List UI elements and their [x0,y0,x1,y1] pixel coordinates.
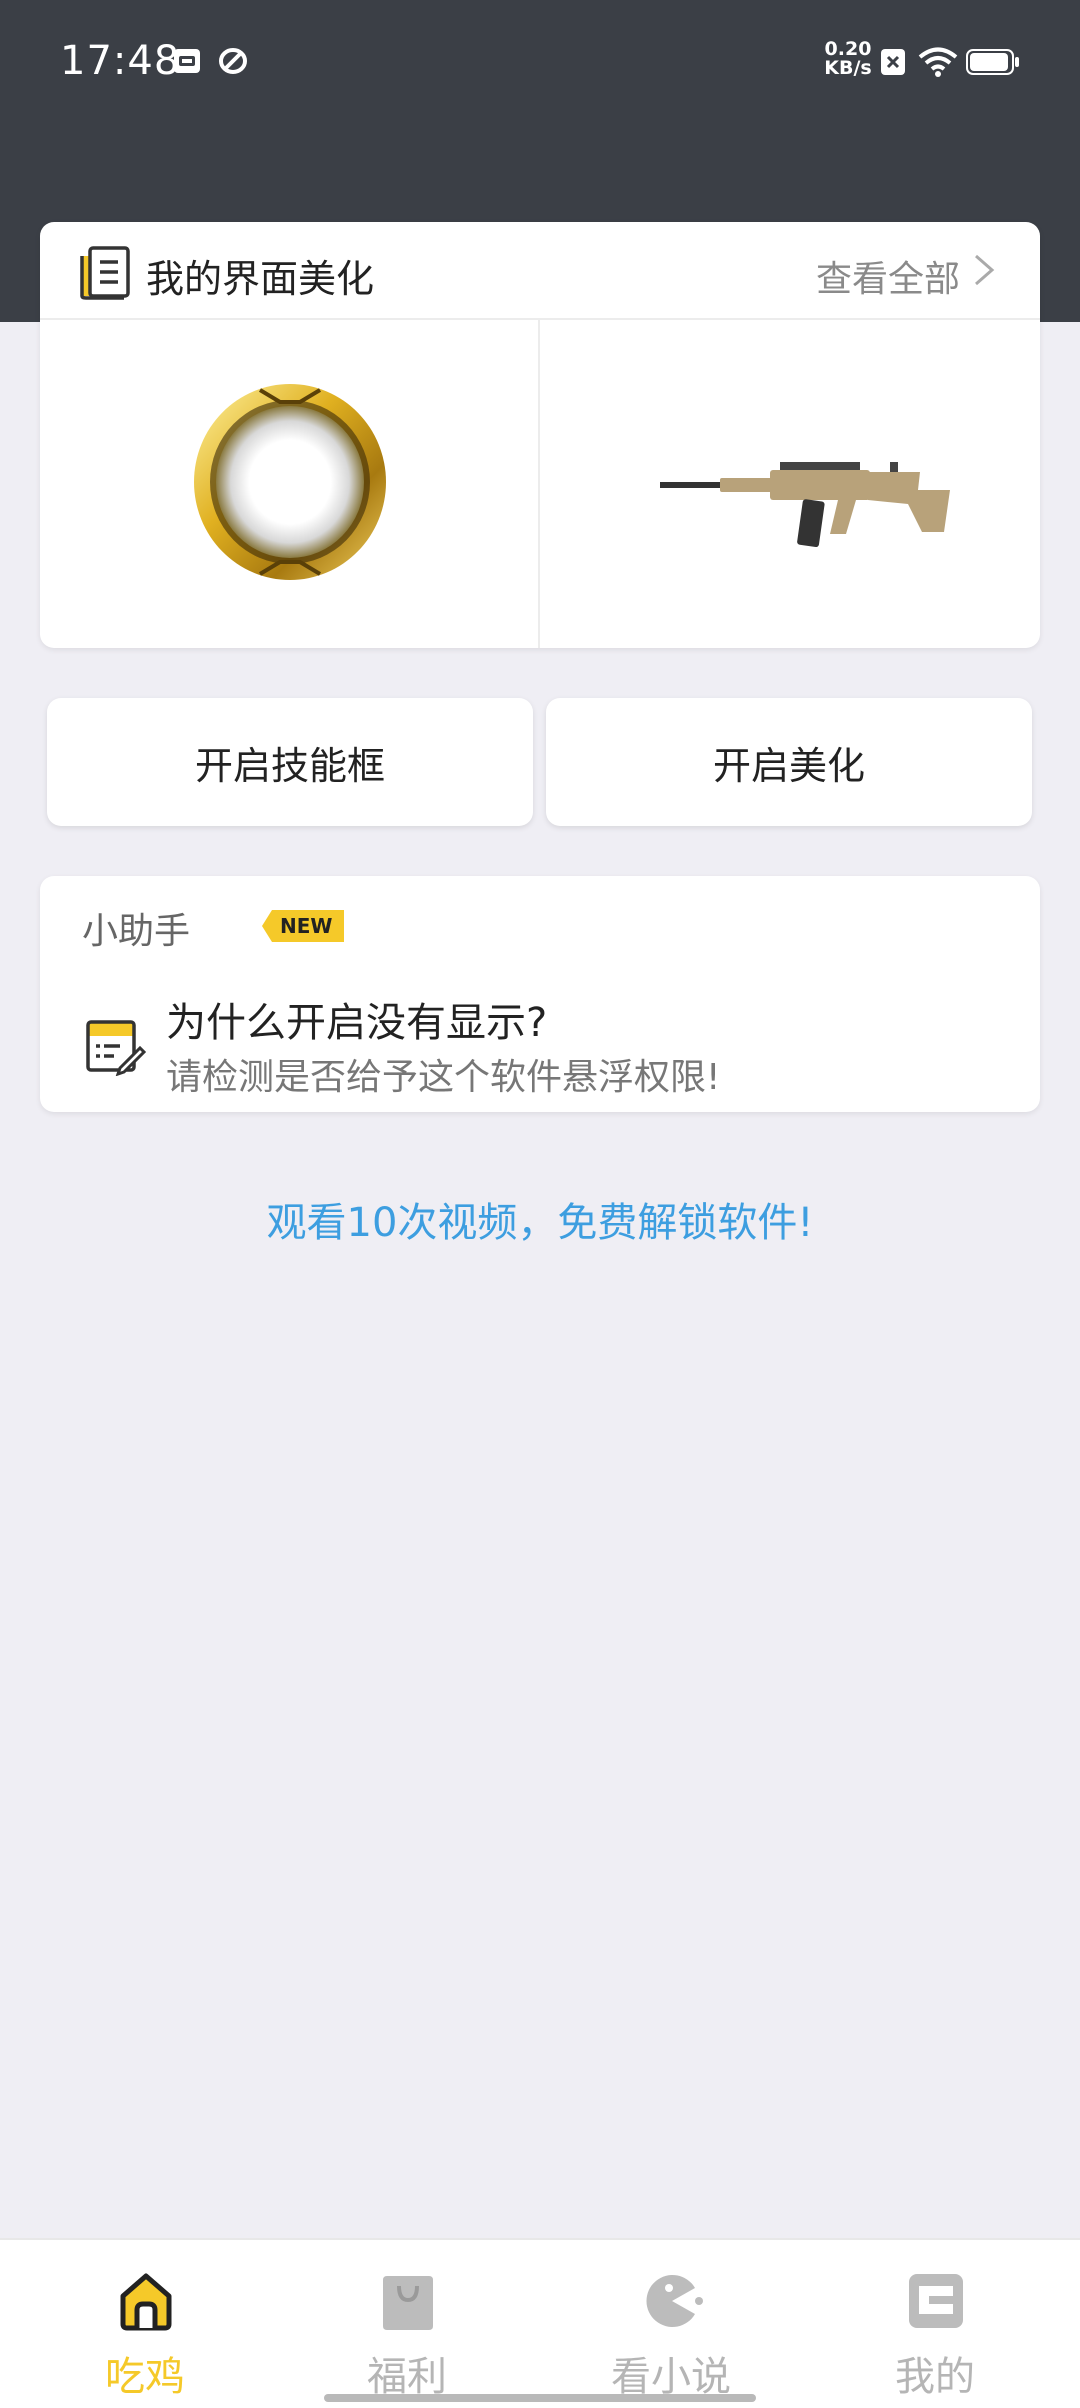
document-icon [80,246,130,300]
profile-icon [909,2274,963,2328]
new-badge: NEW [262,910,345,942]
beautify-title: 我的界面美化 [146,257,375,301]
nav-item-fuli[interactable]: 福利 [272,2240,542,2408]
beautify-card-header[interactable]: 我的界面美化 查看全部 [40,222,1040,320]
faq-question[interactable]: 为什么开启没有显示? [166,990,547,1048]
enable-beautify-button[interactable]: 开启美化 [546,698,1032,826]
nav-label-chiji: 吃鸡 [105,2354,185,2400]
unlock-software-link[interactable]: 观看10次视频，免费解锁软件! [0,1190,1080,1248]
calendar-notification-icon [174,49,200,73]
status-bar: 17:48 0.20 KB/s [0,0,1080,130]
bag-icon [383,2276,433,2330]
rifle-skin-image[interactable] [660,442,950,562]
app-notification-icon [219,48,247,74]
nav-item-chiji[interactable]: 吃鸡 [10,2240,280,2408]
beautify-card: 我的界面美化 查看全部 [40,222,1040,648]
chevron-right-icon [975,254,995,286]
enable-skill-frame-button[interactable]: 开启技能框 [47,698,533,826]
bottom-navigation: 吃鸡 福利 看小说 我的 [0,2238,1080,2408]
status-time: 17:48 [60,38,181,84]
nav-label-mine: 我的 [895,2354,975,2400]
pacman-icon [646,2275,703,2327]
faq-answer: 请检测是否给予这个软件悬浮权限! [166,1057,721,1098]
nav-item-novels[interactable]: 看小说 [536,2240,806,2408]
sim-disabled-icon [881,49,905,75]
network-speed: 0.20 KB/s [820,40,876,78]
home-icon [120,2273,172,2331]
app-root: 17:48 0.20 KB/s 我的界面美化 查看全部 开启技能框 开启美化 小… [0,0,1080,2408]
assistant-label: 小助手 [82,911,191,952]
grid-divider [538,320,540,648]
home-indicator[interactable] [324,2394,756,2402]
assistant-card: 小助手 NEW 为什么开启没有显示? 请检测是否给予这个软件悬浮权限! [40,876,1040,1112]
wifi-icon [918,47,958,77]
view-all-link[interactable]: 查看全部 [816,250,960,302]
nav-item-mine[interactable]: 我的 [800,2240,1070,2408]
network-speed-unit: KB/s [824,57,872,79]
golden-ring-frame-image[interactable] [190,382,390,582]
note-edit-icon [86,1020,146,1076]
battery-icon [966,49,1019,75]
